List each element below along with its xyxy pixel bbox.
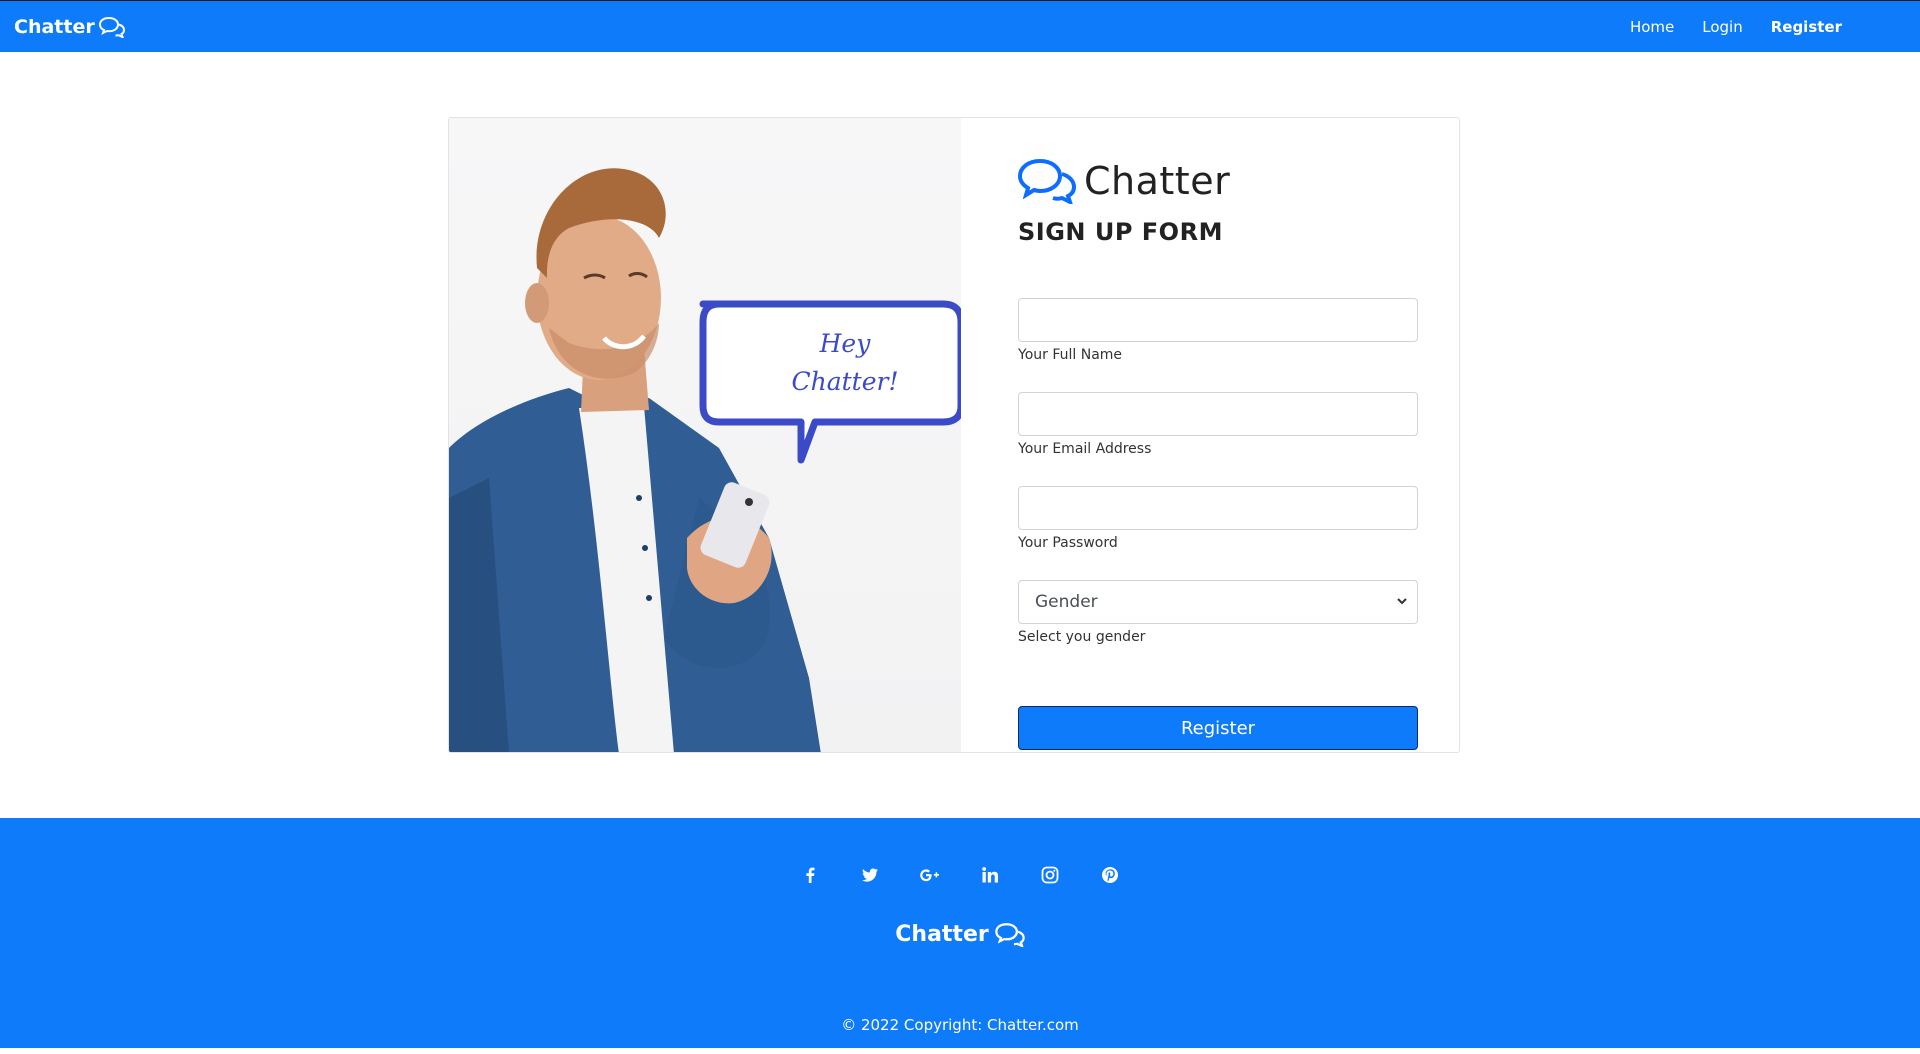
- speech-bubble-line2: Chatter!: [791, 367, 898, 396]
- hero-image: Hey Chatter!: [449, 118, 961, 752]
- gender-select[interactable]: Gender: [1018, 580, 1418, 624]
- gender-select-wrap: Gender: [1018, 580, 1418, 624]
- footer-brand-text: Chatter: [895, 922, 989, 947]
- nav-link-home[interactable]: Home: [1630, 18, 1674, 36]
- page-bottom-edge: [0, 1048, 1920, 1054]
- navbar-links: Home Login Register: [1630, 18, 1842, 36]
- form-title: SIGN UP FORM: [1018, 218, 1223, 246]
- password-input[interactable]: [1018, 486, 1418, 530]
- password-hint: Your Password: [1018, 535, 1118, 551]
- pinterest-icon[interactable]: [1080, 860, 1140, 890]
- twitter-icon[interactable]: [840, 860, 900, 890]
- email-hint: Your Email Address: [1018, 441, 1152, 457]
- top-navbar: Chatter Home Login Register: [0, 0, 1920, 52]
- full-name-input[interactable]: [1018, 298, 1418, 342]
- chat-bubbles-icon: [1018, 158, 1076, 204]
- linkedin-icon[interactable]: [960, 860, 1020, 890]
- footer-brand[interactable]: Chatter: [0, 922, 1920, 947]
- instagram-icon[interactable]: [1020, 860, 1080, 890]
- full-name-hint: Your Full Name: [1018, 347, 1123, 363]
- man-with-phone-illustration: Hey Chatter!: [449, 168, 961, 752]
- navbar-brand[interactable]: Chatter: [14, 16, 125, 38]
- nav-link-login[interactable]: Login: [1702, 18, 1742, 36]
- facebook-icon[interactable]: [780, 860, 840, 890]
- social-links: [0, 860, 1920, 890]
- footer: Chatter © 2022 Copyright: Chatter.com: [0, 818, 1920, 1048]
- navbar-brand-text: Chatter: [14, 15, 95, 38]
- form-logo: Chatter: [1018, 158, 1418, 204]
- register-button[interactable]: Register: [1018, 706, 1418, 750]
- signup-form: Chatter SIGN UP FORM Your Full Name Your…: [1018, 158, 1418, 750]
- google-plus-icon[interactable]: [900, 860, 960, 890]
- full-name-field: Your Full Name: [1018, 298, 1418, 363]
- chat-bubbles-icon: [994, 923, 1025, 947]
- password-field: Your Password: [1018, 486, 1418, 551]
- signup-card: Hey Chatter! Chatter SIGN UP FORM Your F…: [448, 117, 1460, 753]
- chat-bubbles-icon: [98, 16, 125, 38]
- nav-link-register[interactable]: Register: [1771, 18, 1842, 36]
- gender-field: Gender Select you gender: [1018, 580, 1418, 645]
- form-logo-text: Chatter: [1084, 159, 1231, 203]
- email-input[interactable]: [1018, 392, 1418, 436]
- copyright-text: © 2022 Copyright: Chatter.com: [841, 1016, 1079, 1034]
- email-field: Your Email Address: [1018, 392, 1418, 457]
- gender-hint: Select you gender: [1018, 629, 1146, 645]
- speech-bubble-line1: Hey: [819, 329, 872, 358]
